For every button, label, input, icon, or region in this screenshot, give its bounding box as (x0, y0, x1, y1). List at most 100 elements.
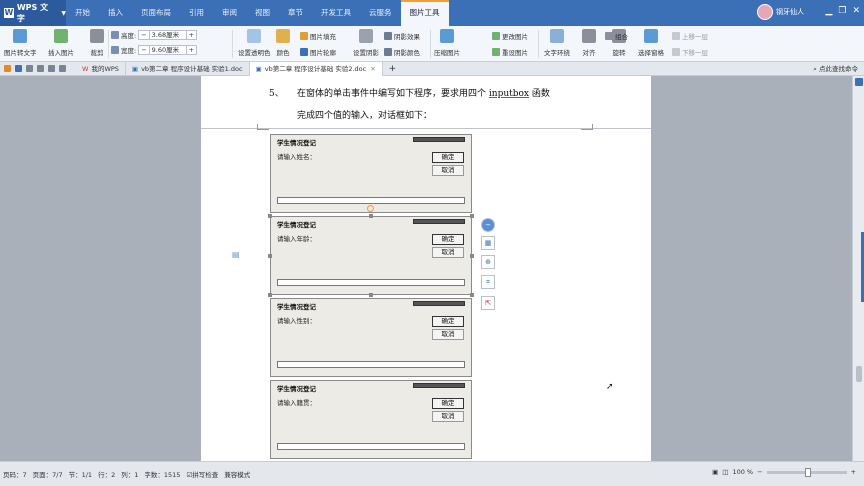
increment-icon[interactable]: + (187, 31, 196, 39)
crop-button[interactable]: 裁剪 (90, 29, 104, 57)
resize-handle[interactable] (369, 214, 373, 218)
preview-icon[interactable] (37, 65, 44, 72)
dialog-input-field (277, 279, 465, 286)
layout-anchor-icon[interactable]: ▤ (232, 250, 240, 259)
user-name: 钢牙仙人 (776, 8, 804, 16)
picture-fill-button[interactable]: 图片填充 (300, 31, 336, 41)
insert-picture-button[interactable]: 插入图片 (48, 29, 74, 57)
dialog-input-field (277, 197, 465, 204)
resize-handle[interactable] (470, 293, 474, 297)
open-folder-icon[interactable] (4, 65, 11, 72)
zoom-slider-knob[interactable] (804, 467, 811, 477)
set-shadow-button[interactable]: 设置阴影 (353, 29, 379, 57)
dialog-prompt: 请输入姓名： (277, 153, 316, 161)
zoom-out-icon[interactable]: − (757, 468, 762, 476)
text-wrap-button[interactable]: 文字环绕 (544, 29, 570, 57)
set-transparent-color-button[interactable]: 设置透明色 (238, 29, 271, 57)
resize-handle[interactable] (470, 254, 474, 258)
tab-home[interactable]: 开始 (66, 0, 99, 26)
tab-document-1[interactable]: ▣ vb第二章 程序设计基础 实验1.doc (126, 61, 250, 76)
resize-handle[interactable] (470, 214, 474, 218)
width-stepper[interactable]: − 9.60厘米 + (138, 45, 198, 55)
decrement-icon[interactable]: − (139, 31, 148, 39)
redo-icon[interactable] (59, 65, 66, 72)
height-stepper[interactable]: − 3.68厘米 + (138, 30, 198, 40)
selection-pane-button[interactable]: 选择窗格 (638, 29, 664, 57)
print-icon[interactable] (26, 65, 33, 72)
tab-view[interactable]: 视图 (246, 0, 279, 26)
tab-my-wps[interactable]: W 我的WPS (76, 61, 126, 76)
width-field[interactable]: 9.60厘米 (148, 45, 187, 55)
dialog-titlebar (413, 301, 465, 306)
status-page-number[interactable]: 页码：7 (0, 469, 30, 479)
command-search[interactable]: ⌕ 点此查找命令 (813, 63, 858, 74)
group-button[interactable]: 组合 (605, 31, 628, 41)
dialog-prompt: 请输入性别： (277, 317, 316, 325)
close-icon[interactable]: ✕ (852, 6, 860, 16)
increment-icon[interactable]: + (187, 46, 196, 54)
undo-icon[interactable] (48, 65, 55, 72)
save-icon[interactable] (15, 65, 22, 72)
tab-review[interactable]: 审阅 (213, 0, 246, 26)
collapse-tools-icon[interactable]: − (481, 218, 495, 232)
resize-handle[interactable] (268, 254, 272, 258)
ok-button: 确定 (432, 398, 464, 409)
zoom-picture-icon[interactable]: ⊕ (481, 255, 495, 269)
fill-icon (300, 32, 308, 40)
shadow-effect-button[interactable]: 阴影效果 (384, 31, 420, 41)
picture-outline-button[interactable]: 图片轮廓 (300, 47, 336, 57)
location-icon[interactable] (855, 78, 863, 86)
avatar[interactable] (757, 4, 773, 20)
scrollbar-thumb[interactable] (856, 366, 862, 382)
layout-options-icon[interactable]: ▦ (481, 236, 495, 250)
tab-cloud[interactable]: 云服务 (360, 0, 401, 26)
compress-picture-button[interactable]: 压缩图片 (434, 29, 460, 57)
picture-to-text-button[interactable]: 图片转文字 (4, 29, 37, 57)
new-tab-button[interactable]: + (383, 62, 403, 76)
tab-page-layout[interactable]: 页面布局 (132, 0, 180, 26)
tab-references[interactable]: 引用 (180, 0, 213, 26)
inputbox-dialog-gender[interactable]: 学生情况登记 请输入性别： 确定 取消 (270, 298, 472, 377)
close-tab-icon[interactable]: ✕ (370, 62, 375, 76)
shadow-color-button[interactable]: 阴影颜色 (384, 47, 420, 57)
web-view-icon[interactable]: ◫ (722, 468, 728, 476)
status-word-count[interactable]: 字数：1515 (141, 469, 183, 479)
inputbox-dialog-hometown[interactable]: 学生情况登记 请输入籍贯： 确定 取消 (270, 380, 472, 459)
dialog-input-field (277, 443, 465, 450)
tab-picture-tools[interactable]: 图片工具 (400, 0, 449, 26)
user-area[interactable]: 钢牙仙人 (757, 4, 804, 20)
minimize-icon[interactable]: ▁ (825, 6, 832, 16)
zoom-in-icon[interactable]: + (851, 468, 856, 476)
resize-handle[interactable] (268, 293, 272, 297)
shadow-effect-icon (384, 32, 392, 40)
send-backward-button[interactable]: 下移一层 (672, 47, 708, 57)
color-button[interactable]: 颜色 (276, 29, 290, 57)
restore-icon[interactable]: ❐ (838, 6, 846, 16)
menu-bar: W WPS 文字 ▼ 开始 插入 页面布局 引用 审阅 视图 章节 开发工具 云… (0, 0, 864, 26)
change-picture-button[interactable]: 更改图片 (492, 31, 528, 41)
inputbox-dialog-age[interactable]: 学生情况登记 请输入年龄： 确定 取消 (270, 216, 472, 295)
align-button[interactable]: 对齐 (582, 29, 596, 57)
tab-chapter[interactable]: 章节 (279, 0, 312, 26)
view-mode-icon[interactable]: ▣ (712, 468, 718, 476)
picture-settings-icon[interactable]: ⇱ (481, 296, 495, 310)
app-menu-button[interactable]: W WPS 文字 ▼ (0, 0, 66, 26)
resize-handle[interactable] (369, 293, 373, 297)
rotate-handle-icon[interactable] (367, 205, 374, 212)
reset-picture-button[interactable]: 重设图片 (492, 47, 528, 57)
inputbox-dialog-name[interactable]: 学生情况登记 请输入姓名： 确定 取消 (270, 134, 472, 213)
zoom-slider[interactable] (766, 467, 847, 477)
tab-developer[interactable]: 开发工具 (312, 0, 360, 26)
crop-picture-icon[interactable]: ⌗ (481, 275, 495, 289)
tab-insert[interactable]: 插入 (99, 0, 132, 26)
document-workspace: 5、 在窗体的单击事件中编写如下程序，要求用四个 inputbox 函数 完成四个… (0, 76, 852, 461)
height-field[interactable]: 3.68厘米 (148, 30, 187, 40)
zoom-level[interactable]: 100 % (732, 468, 753, 476)
decrement-icon[interactable]: − (139, 46, 148, 54)
spell-check-toggle[interactable]: ☑拼写检查 (183, 469, 221, 479)
bring-forward-button[interactable]: 上移一层 (672, 31, 708, 41)
height-control: 高度: − 3.68厘米 + (111, 30, 198, 40)
resize-handle[interactable] (268, 214, 272, 218)
status-section: 节：1/1 (68, 471, 93, 479)
tab-document-2[interactable]: ▣ vb第二章 程序设计基础 实验2.doc ✕ (249, 61, 383, 76)
